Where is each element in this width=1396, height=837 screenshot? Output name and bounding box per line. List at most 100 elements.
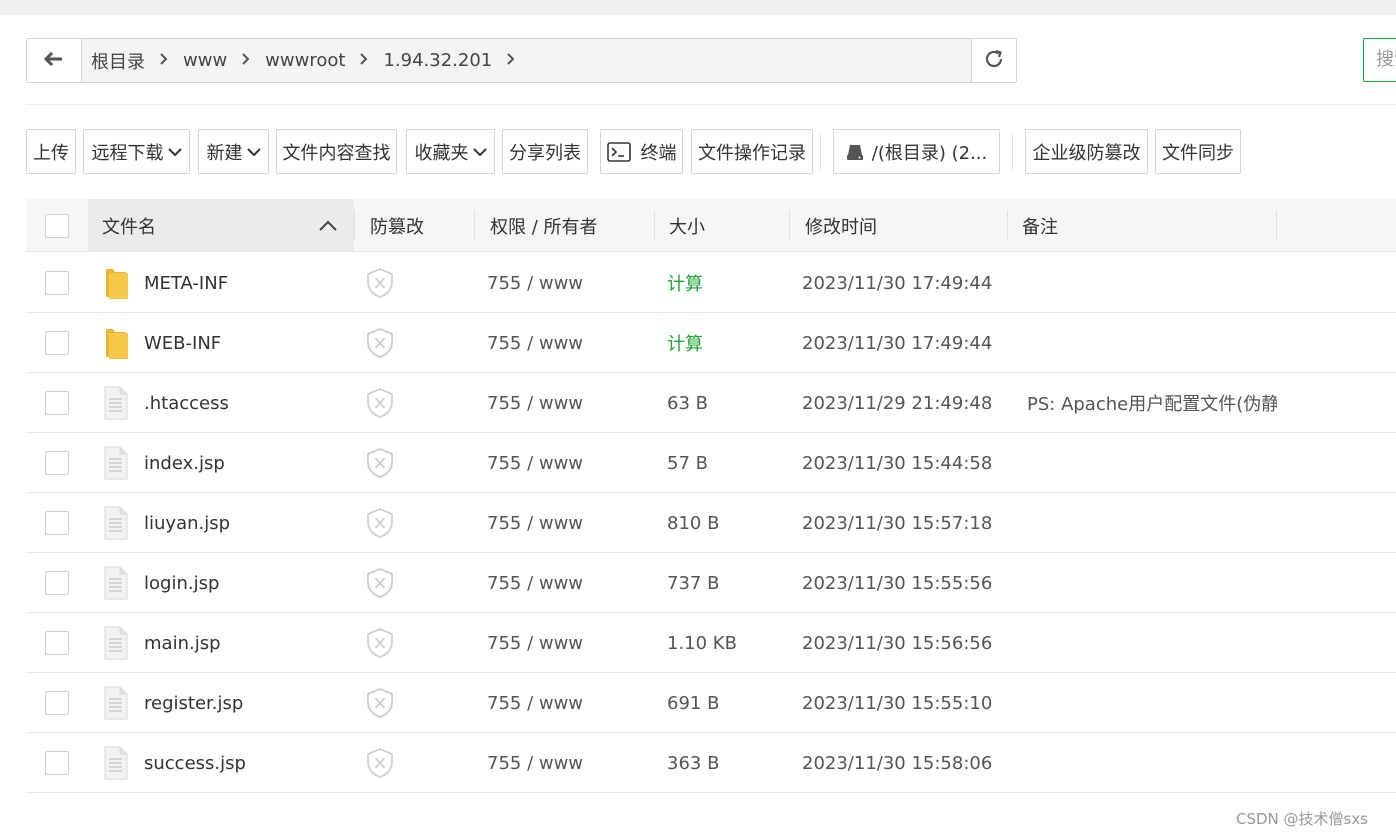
file-size: 57 B xyxy=(667,452,708,474)
shield-off-icon[interactable] xyxy=(366,493,396,553)
modified-time: 2023/11/30 17:49:44 xyxy=(802,272,993,294)
file-name[interactable]: .htaccess xyxy=(144,373,344,433)
permission-owner[interactable]: 755 / www xyxy=(487,553,647,613)
file-name[interactable]: success.jsp xyxy=(144,733,344,793)
share-list-button[interactable]: 分享列表 xyxy=(502,129,588,174)
file-note[interactable] xyxy=(1027,313,1277,373)
file-note[interactable] xyxy=(1027,733,1277,793)
file-icon[interactable] xyxy=(104,733,134,793)
table-row[interactable]: liuyan.jsp 755 / www 810 B 2023/11/30 15:57… xyxy=(26,493,1396,553)
file-icon[interactable] xyxy=(104,553,134,613)
row-checkbox[interactable] xyxy=(45,631,69,655)
op-log-button[interactable]: 文件操作记录 xyxy=(691,129,813,174)
column-divider xyxy=(1276,210,1277,240)
file-note[interactable]: PS: Apache用户配置文件(伪静态 xyxy=(1027,373,1277,433)
file-name[interactable]: liuyan.jsp xyxy=(144,493,344,553)
file-note[interactable] xyxy=(1027,613,1277,673)
file-note[interactable] xyxy=(1027,673,1277,733)
file-sync-button[interactable]: 文件同步 xyxy=(1155,129,1241,174)
permission-owner[interactable]: 755 / www xyxy=(487,613,647,673)
table-row[interactable]: index.jsp 755 / www 57 B 2023/11/30 15:44:5… xyxy=(26,433,1396,493)
row-checkbox[interactable] xyxy=(45,451,69,475)
folder-icon[interactable] xyxy=(104,313,134,373)
breadcrumb-item-ip[interactable]: 1.94.32.201 xyxy=(383,50,530,71)
shield-off-icon[interactable] xyxy=(366,613,396,673)
content-search-button[interactable]: 文件内容查找 xyxy=(276,129,397,174)
file-note[interactable] xyxy=(1027,493,1277,553)
file-name[interactable]: register.jsp xyxy=(144,673,344,733)
row-checkbox-cell xyxy=(45,373,69,433)
file-icon[interactable] xyxy=(104,493,134,553)
file-note[interactable] xyxy=(1027,553,1277,613)
column-header-mtime[interactable]: 修改时间 xyxy=(805,199,995,252)
breadcrumb-item-www[interactable]: www xyxy=(183,50,265,71)
row-checkbox[interactable] xyxy=(45,511,69,535)
breadcrumb-label[interactable]: www xyxy=(183,50,227,71)
shield-off-icon[interactable] xyxy=(366,433,396,493)
file-name[interactable]: login.jsp xyxy=(144,553,344,613)
column-header-name[interactable]: 文件名 xyxy=(88,199,354,252)
column-header-size[interactable]: 大小 xyxy=(669,199,779,252)
file-icon[interactable] xyxy=(104,673,134,733)
shield-off-icon[interactable] xyxy=(366,673,396,733)
remote-download-button[interactable]: 远程下载 xyxy=(83,129,190,174)
select-all-checkbox[interactable] xyxy=(45,213,69,238)
permission-owner[interactable]: 755 / www xyxy=(487,493,647,553)
breadcrumb-label[interactable]: 根目录 xyxy=(91,48,145,74)
shield-off-icon[interactable] xyxy=(366,733,396,793)
calculate-size-link[interactable]: 计算 xyxy=(667,253,777,313)
permission-owner[interactable]: 755 / www xyxy=(487,733,647,793)
table-row[interactable]: WEB-INF 755 / www 计算 2023/11/30 17:49:44 xyxy=(26,313,1396,373)
file-name[interactable]: META-INF xyxy=(144,253,344,313)
row-checkbox[interactable] xyxy=(45,331,69,355)
breadcrumb-item-root[interactable]: 根目录 xyxy=(91,48,183,74)
back-button[interactable] xyxy=(27,39,82,82)
file-note[interactable] xyxy=(1027,433,1277,493)
file-name[interactable]: WEB-INF xyxy=(144,313,344,373)
modified-time: 2023/11/30 15:58:06 xyxy=(802,752,993,774)
watermark: CSDN @技术僧sxs xyxy=(1236,810,1369,828)
upload-button[interactable]: 上传 xyxy=(26,129,76,174)
row-checkbox[interactable] xyxy=(45,571,69,595)
folder-icon[interactable] xyxy=(104,253,134,313)
shield-off-icon[interactable] xyxy=(366,313,396,373)
file-name[interactable]: index.jsp xyxy=(144,433,344,493)
refresh-button[interactable] xyxy=(971,39,1016,82)
file-note[interactable] xyxy=(1027,253,1277,313)
row-checkbox[interactable] xyxy=(45,691,69,715)
permission-owner[interactable]: 755 / www xyxy=(487,253,647,313)
breadcrumb-label[interactable]: 1.94.32.201 xyxy=(383,50,492,71)
table-row[interactable]: META-INF 755 / www 计算 2023/11/30 17:49:44 xyxy=(26,253,1396,313)
table-row[interactable]: main.jsp 755 / www 1.10 KB 2023/11/30 15:56… xyxy=(26,613,1396,673)
breadcrumb-item-wwwroot[interactable]: wwwroot xyxy=(265,50,383,71)
column-header-perm[interactable]: 权限 / 所有者 xyxy=(490,199,650,252)
calculate-size-link[interactable]: 计算 xyxy=(667,313,777,373)
table-row[interactable]: success.jsp 755 / www 363 B 2023/11/30 15:5… xyxy=(26,733,1396,793)
tamper-proof-button[interactable]: 企业级防篡改 xyxy=(1025,129,1148,174)
permission-owner[interactable]: 755 / www xyxy=(487,373,647,433)
search-input[interactable]: 搜索 xyxy=(1363,38,1396,82)
table-row[interactable]: .htaccess 755 / www 63 B 2023/11/29 21:49:4… xyxy=(26,373,1396,433)
table-row[interactable]: register.jsp 755 / www 691 B 2023/11/30 15:… xyxy=(26,673,1396,733)
disk-button[interactable]: /(根目录) (2... xyxy=(833,129,1000,174)
breadcrumb-label[interactable]: wwwroot xyxy=(265,50,345,71)
file-icon[interactable] xyxy=(104,373,134,433)
permission-owner[interactable]: 755 / www xyxy=(487,673,647,733)
shield-off-icon[interactable] xyxy=(366,373,396,433)
shield-off-icon[interactable] xyxy=(366,553,396,613)
row-checkbox[interactable] xyxy=(45,751,69,775)
column-divider xyxy=(1007,210,1008,240)
row-checkbox[interactable] xyxy=(45,271,69,295)
new-button[interactable]: 新建 xyxy=(198,129,269,174)
terminal-button[interactable]: 终端 xyxy=(600,129,683,174)
row-checkbox[interactable] xyxy=(45,391,69,415)
file-icon[interactable] xyxy=(104,613,134,673)
table-row[interactable]: login.jsp 755 / www 737 B 2023/11/30 15:55:… xyxy=(26,553,1396,613)
favorites-button[interactable]: 收藏夹 xyxy=(406,129,495,174)
permission-owner[interactable]: 755 / www xyxy=(487,433,647,493)
file-icon[interactable] xyxy=(104,433,134,493)
column-header-tamper[interactable]: 防篡改 xyxy=(370,199,470,252)
file-name[interactable]: main.jsp xyxy=(144,613,344,673)
permission-owner[interactable]: 755 / www xyxy=(487,313,647,373)
shield-off-icon[interactable] xyxy=(366,253,396,313)
